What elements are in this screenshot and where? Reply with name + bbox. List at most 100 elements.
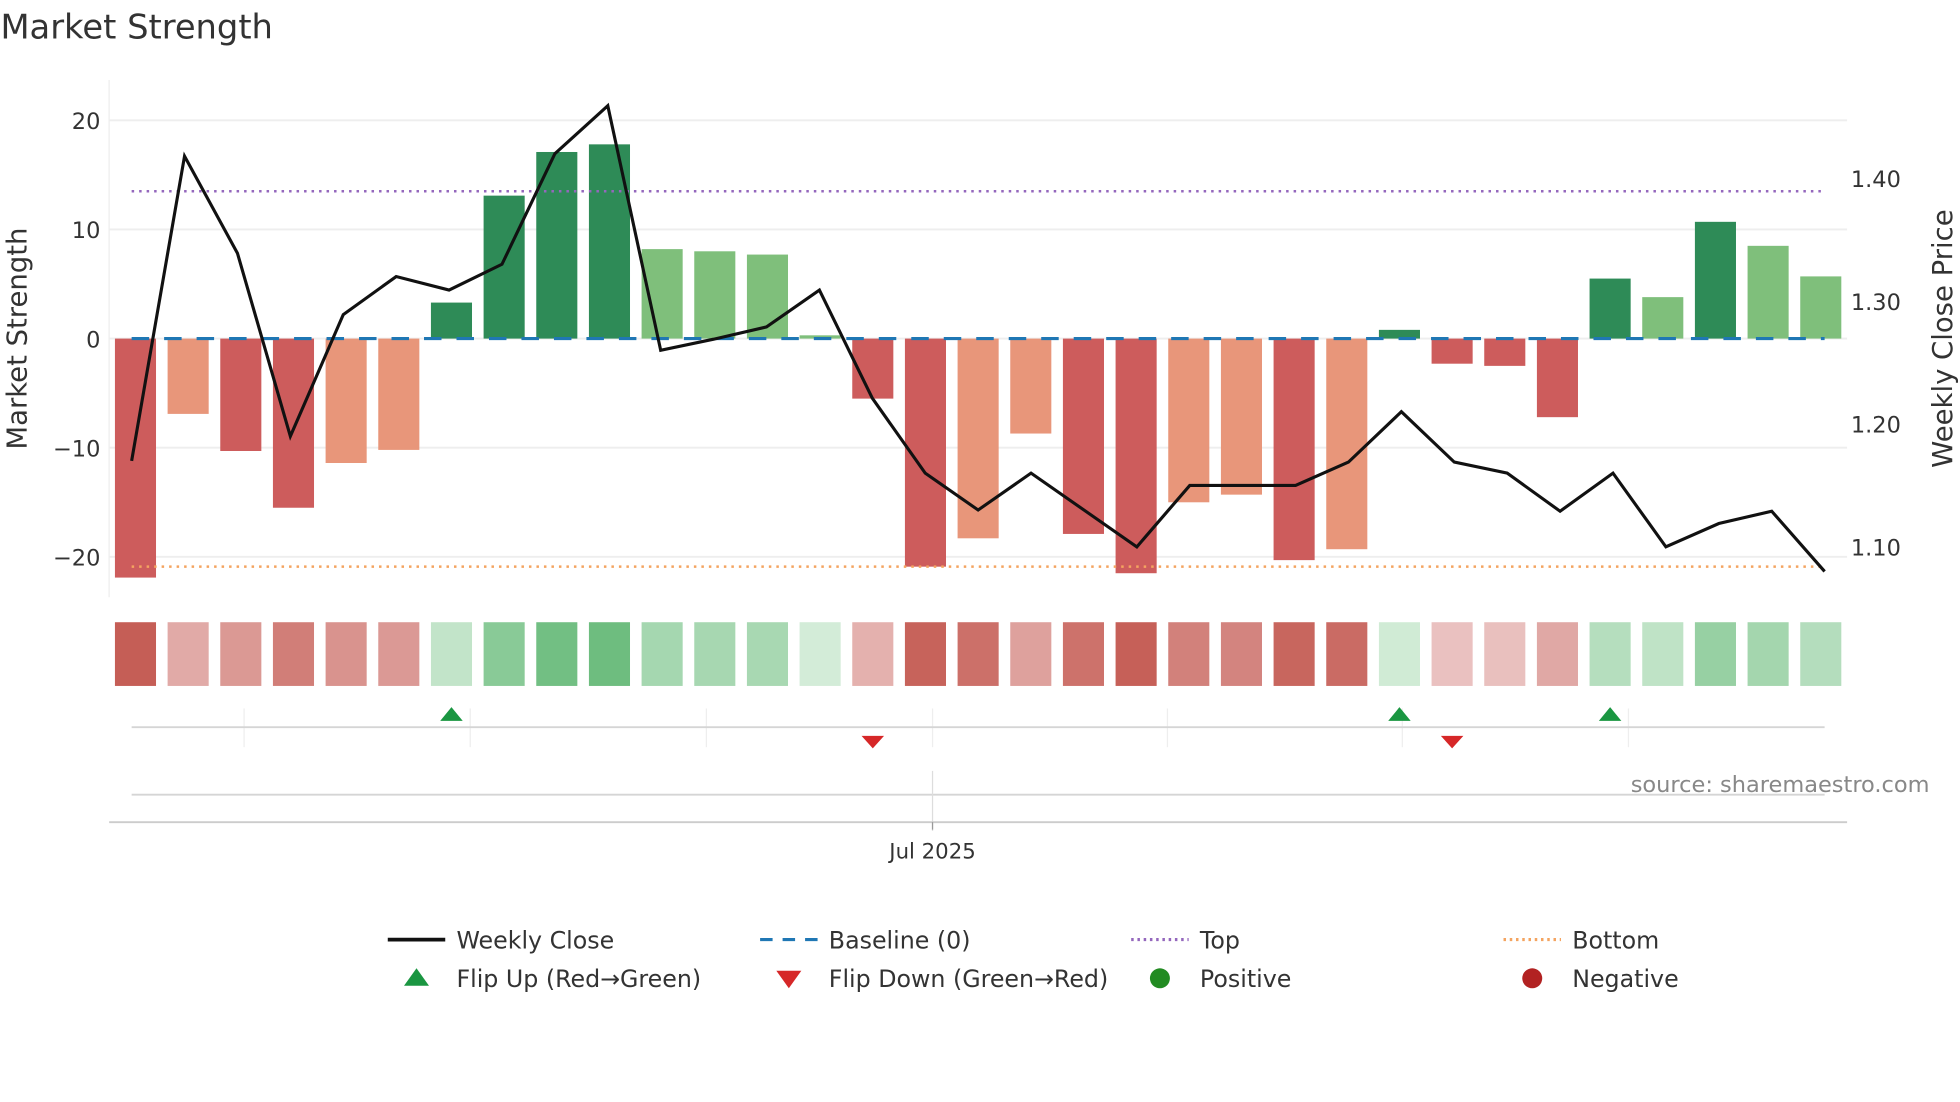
legend-baseline-0-item[interactable]: Baseline (0)	[760, 926, 971, 954]
strength-bar	[694, 251, 736, 339]
heat-cell	[167, 622, 209, 686]
heat-cell	[430, 622, 473, 686]
y2-axis: 1.40 1.30 1.20 1.10	[1851, 167, 1901, 562]
flip-up-marker	[1598, 707, 1622, 721]
flip-up-marker	[1388, 707, 1411, 721]
strength-bar	[1326, 338, 1368, 550]
strength-bar	[1220, 338, 1262, 495]
heat-cell	[272, 622, 315, 686]
strength-bar	[1536, 338, 1578, 418]
y-tick-label: 0	[86, 327, 100, 353]
x-tick-label: Jul 2025	[887, 839, 975, 864]
strength-bar	[1694, 221, 1736, 339]
heat-cell	[1642, 622, 1684, 686]
y2-tick-label: 1.10	[1851, 536, 1901, 562]
strength-bar	[1010, 338, 1052, 434]
y2-axis-label: Weekly Close Price	[1927, 209, 1959, 467]
legend-label: Flip Down (Green→Red)	[829, 965, 1108, 993]
y-axis-label: Market Strength	[2, 228, 34, 450]
legend-label: Positive	[1200, 965, 1291, 993]
flip-timeline	[131, 707, 1825, 831]
legend[interactable]: Weekly Close Baseline (0) Top Bottom Flip Up…	[387, 926, 1679, 993]
heat-cell	[1431, 622, 1473, 686]
x-axis: Jul 2025	[109, 821, 1848, 864]
flip-up-icon	[404, 968, 429, 986]
legend-top-item[interactable]: Top	[1131, 926, 1240, 954]
strength-bar	[1800, 276, 1842, 339]
legend-label: Weekly Close	[456, 926, 614, 954]
heat-cell	[1273, 622, 1315, 686]
y2-tick-label: 1.30	[1851, 290, 1901, 316]
chart-title: Market Strength	[0, 8, 272, 47]
heat-cell	[799, 622, 841, 686]
legend-positive-item[interactable]: Positive	[1149, 965, 1291, 993]
strength-bar	[430, 302, 473, 339]
dot-icon	[1522, 968, 1543, 989]
flip-down-icon	[776, 970, 802, 989]
heat-cell	[1536, 622, 1578, 686]
heat-cell	[325, 622, 367, 686]
strength-bar	[1642, 297, 1684, 339]
legend-label: Top	[1199, 926, 1240, 954]
heat-cell	[904, 622, 946, 686]
legend-weekly-close-item[interactable]: Weekly Close	[387, 926, 614, 954]
strength-bar	[483, 195, 525, 339]
y2-tick-label: 1.20	[1851, 413, 1901, 439]
heat-cell	[483, 622, 525, 686]
heat-cell	[1484, 622, 1526, 686]
y-tick-label: 20	[72, 109, 101, 135]
heat-cell	[220, 622, 262, 686]
strength-bar	[1747, 245, 1789, 339]
strength-bar	[220, 338, 262, 451]
bars	[114, 144, 1842, 578]
legend-label: Flip Up (Red→Green)	[456, 965, 701, 993]
market-strength-chart: Market Strength 20 10 0 −10 −20 1.40 1.30 1.20…	[0, 8, 1959, 993]
heat-cell	[1694, 622, 1736, 686]
strength-bar	[1484, 338, 1526, 366]
legend-flip-up-red-green-item[interactable]: Flip Up (Red→Green)	[404, 965, 701, 993]
legend-flip-down-green-red-item[interactable]: Flip Down (Green→Red)	[776, 965, 1108, 993]
heat-cell	[114, 622, 157, 686]
heat-cell	[1168, 622, 1210, 686]
strength-bar	[1168, 338, 1210, 503]
y2-tick-label: 1.40	[1851, 167, 1901, 193]
heat-cell	[1326, 622, 1368, 686]
legend-negative-item[interactable]: Negative	[1522, 965, 1679, 993]
heat-cell	[1062, 622, 1104, 686]
y-tick-label: 10	[72, 218, 101, 244]
heat-cell	[694, 622, 736, 686]
strength-bar	[325, 338, 367, 464]
y-tick-label: −10	[53, 436, 100, 462]
heat-cell	[746, 622, 789, 686]
heat-cell	[957, 622, 999, 686]
heat-cell	[1800, 622, 1842, 686]
source-note: source: sharemaestro.com	[1631, 772, 1930, 798]
flip-down-marker	[1440, 735, 1464, 749]
strength-bar	[1589, 278, 1631, 339]
strength-bar	[1273, 338, 1315, 561]
heat-cell	[1378, 622, 1420, 686]
strength-bar	[272, 338, 315, 508]
heat-cell	[378, 622, 420, 686]
heat-cell	[588, 622, 631, 686]
heat-cell	[641, 622, 683, 686]
heat-cell	[852, 622, 894, 686]
strength-bar	[378, 338, 420, 450]
legend-bottom-item[interactable]: Bottom	[1503, 926, 1660, 954]
legend-label: Bottom	[1572, 926, 1659, 954]
heat-cell	[1589, 622, 1631, 686]
heat-cell	[1115, 622, 1157, 686]
heat-cell	[536, 622, 578, 686]
dot-icon	[1149, 968, 1170, 989]
flip-up-marker	[440, 707, 463, 721]
heat-cell	[1220, 622, 1262, 686]
strength-bar	[167, 338, 209, 414]
strength-bar	[114, 338, 157, 578]
flip-down-marker	[861, 735, 885, 749]
heat-strip	[114, 622, 1842, 686]
strength-bar	[1431, 338, 1473, 364]
heat-cell	[1010, 622, 1052, 686]
y-axis: 20 10 0 −10 −20	[53, 109, 100, 572]
legend-label: Baseline (0)	[829, 926, 971, 954]
y-tick-label: −20	[53, 546, 100, 572]
